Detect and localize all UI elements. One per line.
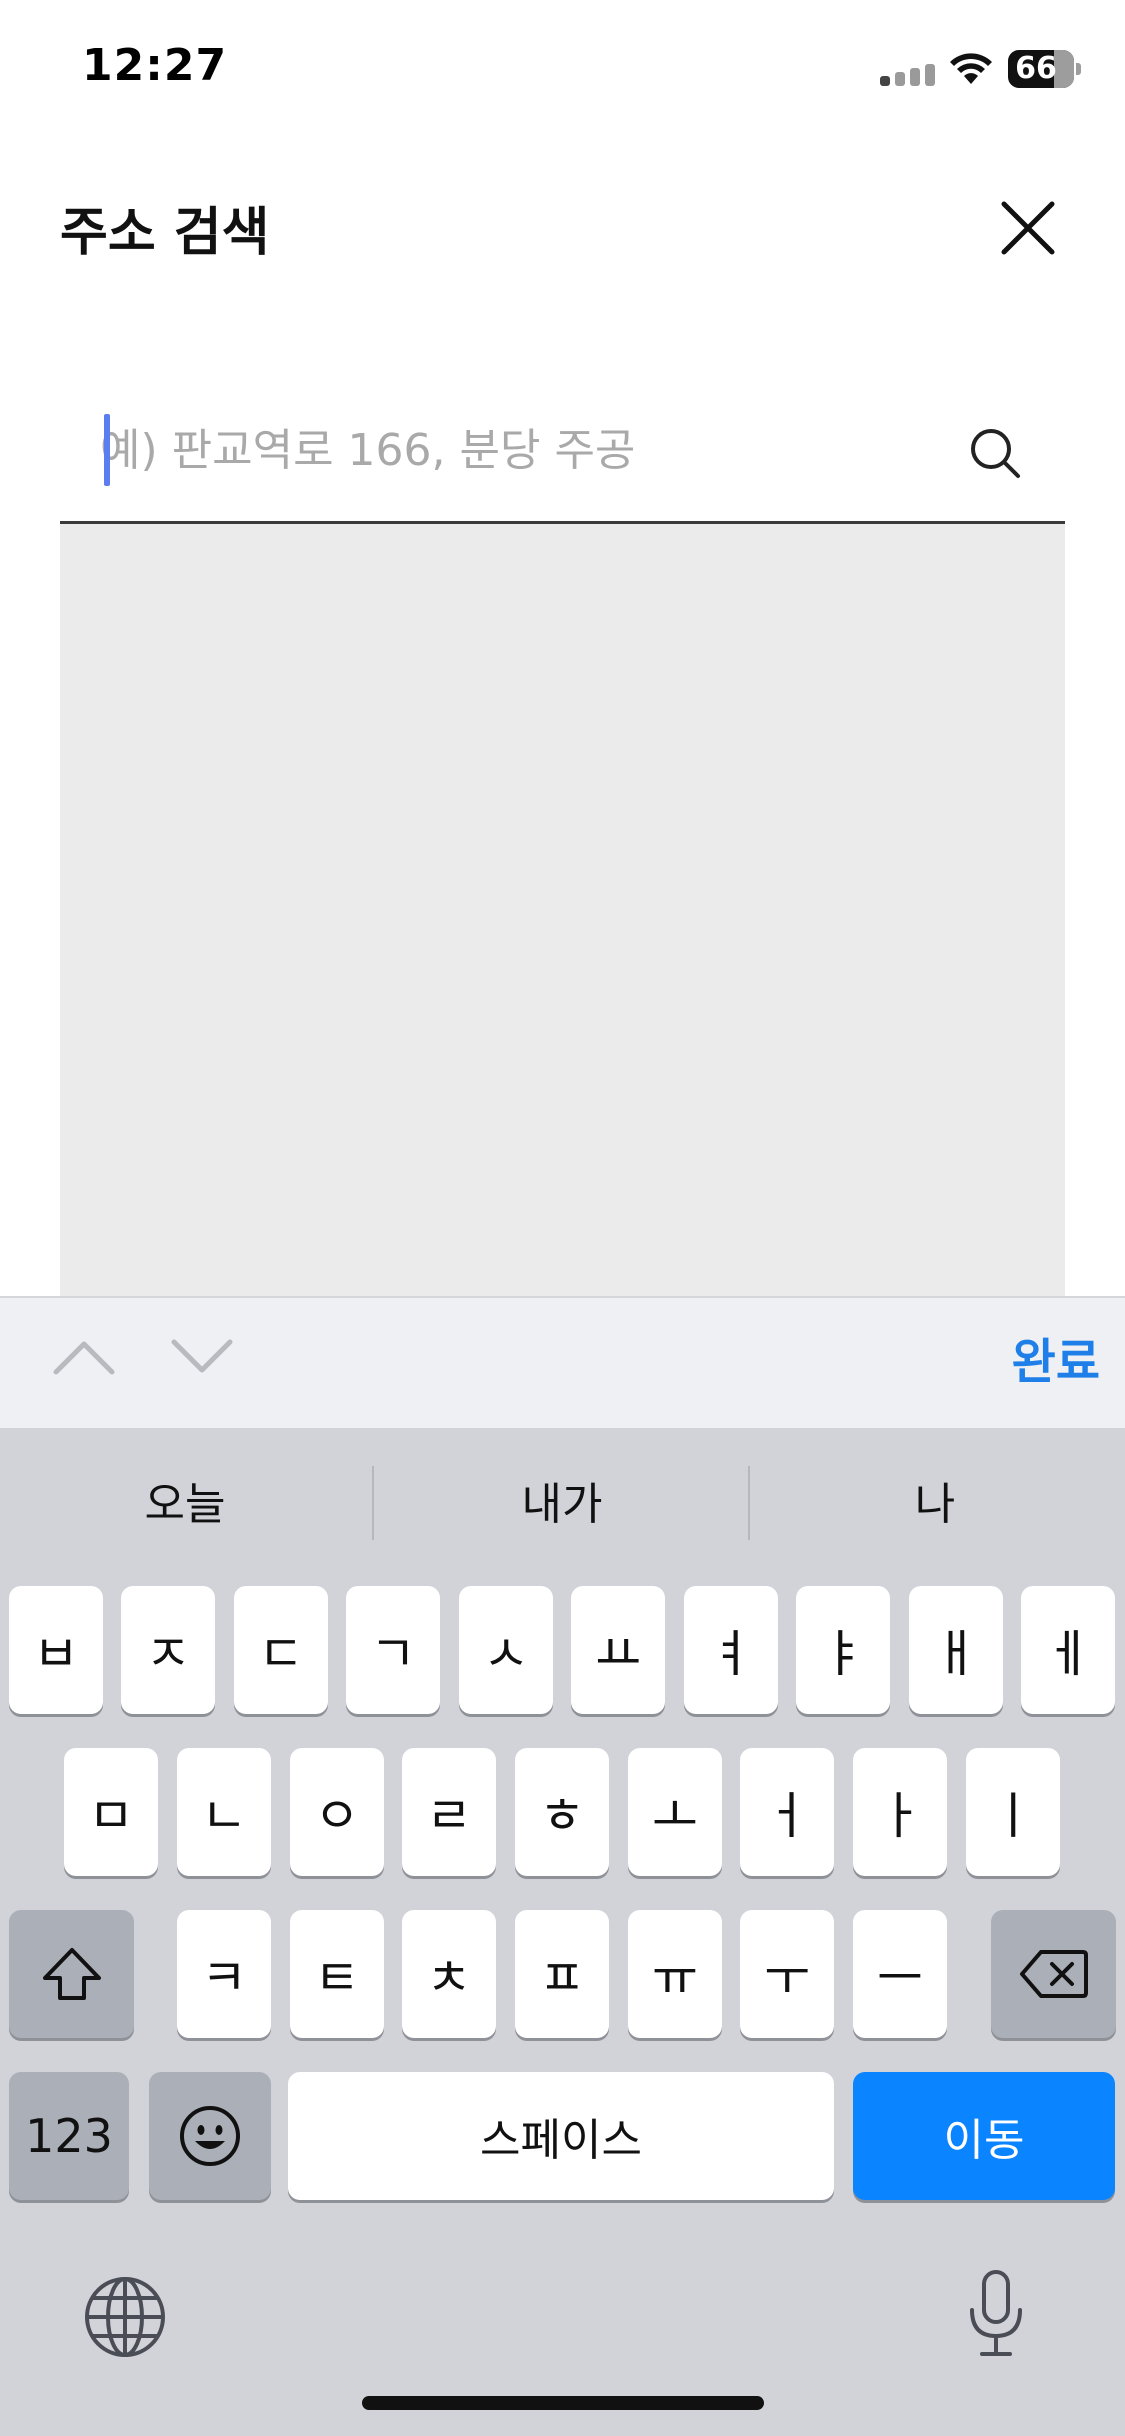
key[interactable]: ㅓ: [740, 1748, 834, 1876]
home-indicator: [362, 2396, 764, 2410]
dictation-button[interactable]: [964, 2268, 1028, 2360]
key[interactable]: ㄱ: [346, 1586, 440, 1714]
numbers-key[interactable]: 123: [9, 2072, 129, 2200]
globe-button[interactable]: [82, 2274, 168, 2360]
key[interactable]: ㅁ: [64, 1748, 158, 1876]
results-panel: [60, 524, 1065, 1296]
key[interactable]: ㅅ: [459, 1586, 553, 1714]
next-field-button[interactable]: [168, 1332, 236, 1382]
key[interactable]: ㅛ: [571, 1586, 665, 1714]
backspace-icon: [1019, 1950, 1088, 1998]
key[interactable]: ㅡ: [853, 1910, 947, 2038]
key[interactable]: ㅈ: [121, 1586, 215, 1714]
status-bar: 12:27 66: [0, 0, 1125, 140]
key[interactable]: ㅂ: [9, 1586, 103, 1714]
wifi-icon: [950, 53, 992, 84]
key[interactable]: ㅎ: [515, 1748, 609, 1876]
chevron-down-icon: [171, 1339, 233, 1373]
shift-key[interactable]: [9, 1910, 134, 2038]
search-icon: [971, 429, 1020, 478]
emoji-key[interactable]: [149, 2072, 271, 2200]
status-time: 12:27: [82, 40, 228, 91]
chevron-up-icon: [53, 1341, 115, 1375]
search-button[interactable]: [966, 424, 1026, 484]
key[interactable]: ㄹ: [402, 1748, 496, 1876]
key[interactable]: ㅏ: [853, 1748, 947, 1876]
suggestion-divider: [372, 1466, 374, 1540]
backspace-key[interactable]: [991, 1910, 1116, 2038]
key[interactable]: ㅗ: [628, 1748, 722, 1876]
page-title: 주소 검색: [60, 203, 270, 263]
suggestion-divider: [748, 1466, 750, 1540]
suggestion-1[interactable]: 오늘: [40, 1460, 330, 1550]
text-caret: [104, 414, 110, 486]
cellular-signal-icon: [880, 64, 936, 86]
close-icon: [1001, 201, 1055, 255]
key[interactable]: ㅌ: [290, 1910, 384, 2038]
suggestion-3[interactable]: 나: [790, 1460, 1080, 1550]
key[interactable]: ㅜ: [740, 1910, 834, 2038]
key[interactable]: ㅑ: [796, 1586, 890, 1714]
globe-icon: [85, 2277, 165, 2357]
battery-level: 66: [1015, 51, 1057, 86]
space-key[interactable]: 스페이스: [288, 2072, 834, 2200]
previous-field-button[interactable]: [50, 1332, 118, 1382]
key[interactable]: ㅕ: [684, 1586, 778, 1714]
key[interactable]: ㅍ: [515, 1910, 609, 2038]
emoji-icon: [180, 2106, 240, 2166]
go-key[interactable]: 이동: [853, 2072, 1115, 2200]
search-input[interactable]: [100, 410, 950, 490]
key[interactable]: ㅣ: [966, 1748, 1060, 1876]
key[interactable]: ㅋ: [177, 1910, 271, 2038]
key[interactable]: ㄷ: [234, 1586, 328, 1714]
done-button[interactable]: 완료: [960, 1322, 1100, 1392]
close-button[interactable]: [990, 190, 1066, 266]
key[interactable]: ㅊ: [402, 1910, 496, 2038]
battery-icon: 66: [1008, 50, 1081, 88]
suggestion-2[interactable]: 내가: [412, 1460, 712, 1550]
microphone-icon: [970, 2270, 1022, 2356]
key[interactable]: ㄴ: [177, 1748, 271, 1876]
shift-icon: [42, 1948, 101, 2000]
key[interactable]: ㅇ: [290, 1748, 384, 1876]
key[interactable]: ㅔ: [1021, 1586, 1115, 1714]
key[interactable]: ㅠ: [628, 1910, 722, 2038]
key[interactable]: ㅐ: [909, 1586, 1003, 1714]
